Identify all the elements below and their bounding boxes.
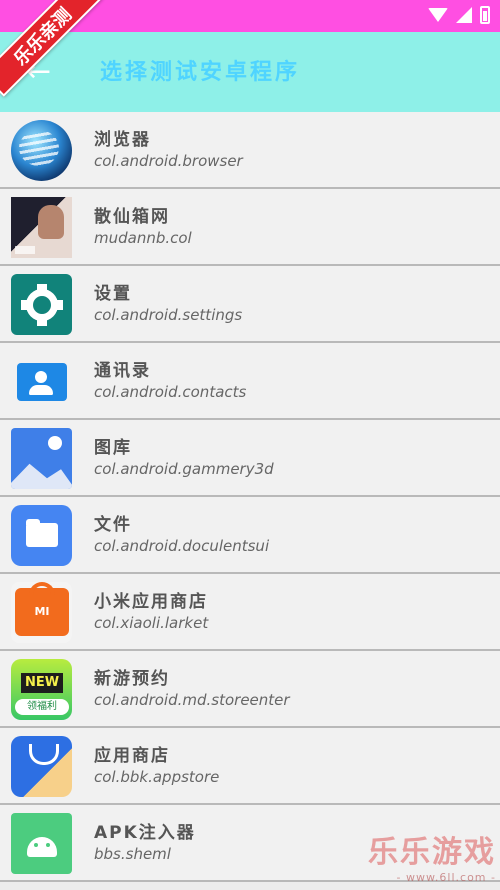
settings-icon [11, 274, 72, 335]
list-item-sanxian[interactable]: 散仙箱网 mudannb.col [0, 189, 500, 266]
app-list: 浏览器 col.android.browser 散仙箱网 mudannb.col… [0, 112, 500, 882]
app-package: col.android.md.storeenter [94, 691, 290, 709]
list-item-settings[interactable]: 设置 col.android.settings [0, 266, 500, 343]
battery-icon [480, 6, 490, 24]
list-item-contacts[interactable]: 通讯录 col.android.contacts [0, 343, 500, 420]
signal-icon [456, 7, 472, 23]
app-package: col.android.contacts [94, 383, 247, 401]
app-package: col.xiaoli.larket [94, 614, 209, 632]
app-name: 通讯录 [94, 361, 151, 381]
watermark-logo: 乐乐游戏 - www.6ll.com - [368, 835, 496, 884]
app-name: 应用商店 [94, 746, 170, 766]
status-icons [428, 6, 490, 24]
android-icon [11, 813, 72, 874]
wifi-icon [428, 8, 448, 22]
app-package: col.android.settings [94, 306, 243, 324]
new-game-icon: NEW 领福利 [11, 659, 72, 720]
list-item-browser[interactable]: 浏览器 col.android.browser [0, 112, 500, 189]
app-name: 新游预约 [94, 669, 170, 689]
page-title: 选择测试安卓程序 [100, 60, 301, 85]
app-name: APK注入器 [94, 823, 196, 843]
list-item-new-game[interactable]: NEW 领福利 新游预约 col.android.md.storeenter [0, 651, 500, 728]
folder-icon [11, 505, 72, 566]
app-name: 浏览器 [94, 130, 151, 150]
app-package: col.android.doculentsui [94, 537, 270, 555]
app-name: 设置 [94, 284, 132, 304]
app-name: 小米应用商店 [94, 592, 208, 612]
gallery-icon [11, 428, 72, 489]
list-item-app-store[interactable]: 应用商店 col.bbk.appstore [0, 728, 500, 805]
app-name: 散仙箱网 [94, 207, 170, 227]
list-item-mi-store[interactable]: MI 小米应用商店 col.xiaoli.larket [0, 574, 500, 651]
app-name: 图库 [94, 438, 132, 458]
browser-icon [11, 120, 72, 181]
app-package: col.android.browser [94, 152, 243, 170]
app-package: col.bbk.appstore [94, 768, 220, 786]
list-item-files[interactable]: 文件 col.android.doculentsui [0, 497, 500, 574]
app-bar: ← 选择测试安卓程序 [0, 32, 500, 112]
contacts-icon [11, 351, 72, 412]
list-item-gallery[interactable]: 图库 col.android.gammery3d [0, 420, 500, 497]
app-store-icon [11, 736, 72, 797]
app-name: 文件 [94, 515, 132, 535]
photo-icon [11, 197, 72, 258]
gear-icon [21, 289, 63, 321]
app-package: mudannb.col [94, 229, 192, 247]
app-package: col.android.gammery3d [94, 460, 274, 478]
app-package: bbs.sheml [94, 845, 171, 863]
mi-store-icon: MI [11, 582, 72, 643]
